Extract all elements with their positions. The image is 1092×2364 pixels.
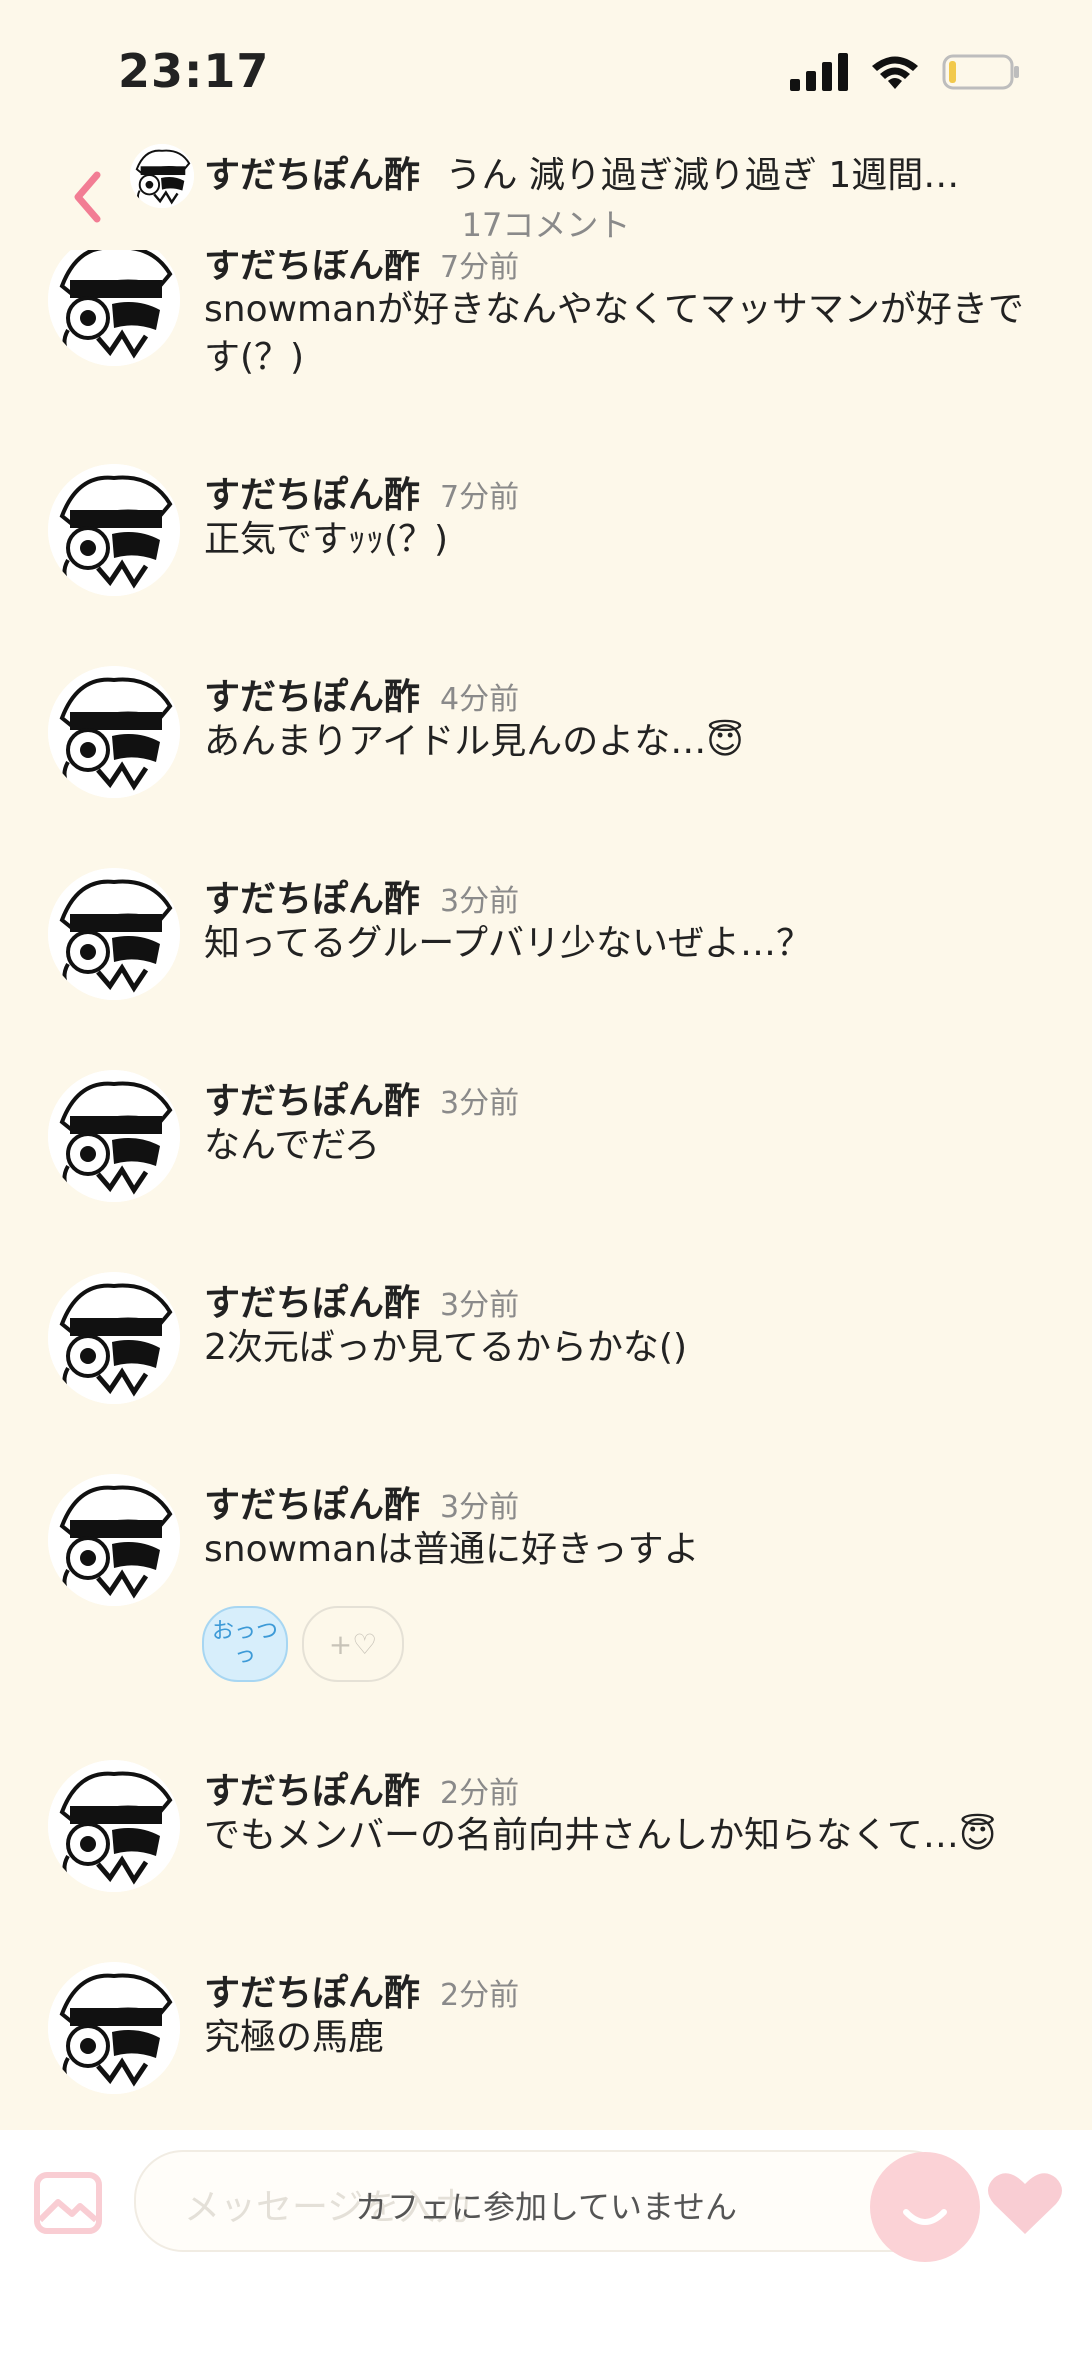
header-author: すだちぽん酢 xyxy=(204,155,421,196)
comment-meta: すだちぽん酢 2分前 xyxy=(204,1964,520,2014)
reactions: おっつっ +♡ xyxy=(202,1606,404,1682)
avatar-illustration xyxy=(48,1962,180,2094)
comment-meta: すだちぽん酢 2分前 xyxy=(204,1762,520,1812)
avatar-illustration xyxy=(48,868,180,1000)
signal-bars-icon xyxy=(790,53,848,91)
comment-time: 3分前 xyxy=(440,1086,520,1121)
avatar-illustration xyxy=(48,666,180,798)
add-reaction-button[interactable]: +♡ xyxy=(302,1606,404,1682)
comment-text: 究極の馬鹿 xyxy=(204,2017,385,2058)
comment-author[interactable]: すだちぽん酢 xyxy=(204,475,420,516)
status-bar: 23:17 xyxy=(0,0,1092,140)
comment-text: 知ってるグループバリ少ないぜよ…？ xyxy=(204,923,813,964)
avatar[interactable] xyxy=(48,1070,180,1202)
avatar-illustration xyxy=(48,464,180,596)
comment-author[interactable]: すだちぽん酢 xyxy=(204,1485,420,1526)
comment-text: あんまりアイドル見んのよな…😇 xyxy=(204,721,744,762)
comment-meta: すだちぽん酢 3分前 xyxy=(204,1476,520,1526)
avatar[interactable] xyxy=(48,666,180,798)
image-button[interactable] xyxy=(34,2172,102,2234)
comment-text: でもメンバーの名前向井さんしか知らなくて…😇 xyxy=(204,1815,997,1856)
comment-text: 正気ですｯｯ(？) xyxy=(204,519,449,560)
comment-feed[interactable]: すだちぽん酢 7分前 snowmanが好きなんやなくてマッサマンが好きです(？) … xyxy=(0,250,1092,2130)
comment-meta: すだちぽん酢 3分前 xyxy=(204,1072,520,1122)
like-button[interactable] xyxy=(986,2168,1064,2238)
avatar[interactable] xyxy=(48,1272,180,1404)
avatar[interactable] xyxy=(48,464,180,596)
status-icons xyxy=(790,50,1020,94)
comment-meta: すだちぽん酢 4分前 xyxy=(204,668,520,718)
avatar[interactable] xyxy=(48,1474,180,1606)
avatar[interactable] xyxy=(48,1760,180,1892)
comment-time: 4分前 xyxy=(440,682,520,717)
comment-time: 3分前 xyxy=(440,1490,520,1525)
comment-time: 3分前 xyxy=(440,884,520,919)
avatar[interactable] xyxy=(48,250,180,366)
message-input[interactable]: メッセージを入力 カフェに参加していません xyxy=(134,2150,958,2252)
comment-time: 7分前 xyxy=(440,480,520,515)
avatar[interactable] xyxy=(48,1962,180,2094)
comment-author[interactable]: すだちぽん酢 xyxy=(204,677,420,718)
thread-header: すだちぽん酢 うん 減り過ぎ減り過ぎ 1週間… 17コメント xyxy=(0,140,1092,250)
avatar-illustration xyxy=(48,1474,180,1606)
comment-author[interactable]: すだちぽん酢 xyxy=(204,1973,420,2014)
avatar-illustration xyxy=(48,1760,180,1892)
comment-count: 17コメント xyxy=(461,206,631,244)
header-snippet: うん 減り過ぎ減り過ぎ 1週間… xyxy=(445,155,960,196)
avatar-illustration xyxy=(48,250,180,366)
composer-bar: メッセージを入力 カフェに参加していません xyxy=(0,2130,1092,2364)
header-avatar[interactable] xyxy=(130,144,194,208)
wifi-icon xyxy=(872,56,918,89)
comment-meta: すだちぽん酢 3分前 xyxy=(204,1274,520,1324)
comment-author[interactable]: すだちぽん酢 xyxy=(204,1283,420,1324)
comment-author[interactable]: すだちぽん酢 xyxy=(204,1081,420,1122)
image-icon xyxy=(34,2172,102,2234)
emoji-icon xyxy=(903,2209,947,2225)
avatar-illustration xyxy=(130,144,194,208)
avatar-illustration xyxy=(48,1272,180,1404)
comment-author[interactable]: すだちぽん酢 xyxy=(204,1771,420,1812)
comment-text: snowmanが好きなんやなくてマッサマンが好きです(？) xyxy=(204,289,1024,378)
status-time: 23:17 xyxy=(118,44,270,98)
comment-time: 7分前 xyxy=(440,250,520,285)
avatar[interactable] xyxy=(48,868,180,1000)
comment-text: なんでだろ xyxy=(204,1125,381,1166)
comment-meta: すだちぽん酢 7分前 xyxy=(204,466,520,516)
comment-text: snowmanは普通に好きっすよ xyxy=(204,1529,700,1570)
comment-time: 3分前 xyxy=(440,1288,520,1323)
comment-author[interactable]: すだちぽん酢 xyxy=(204,250,420,286)
header-title: すだちぽん酢 うん 減り過ぎ減り過ぎ 1週間… xyxy=(204,146,964,198)
comment-author[interactable]: すだちぽん酢 xyxy=(204,879,420,920)
comment-meta: すだちぽん酢 7分前 xyxy=(204,250,520,286)
avatar-illustration xyxy=(48,1070,180,1202)
heart-icon xyxy=(988,2173,1062,2234)
reaction-stamp[interactable]: おっつっ xyxy=(202,1606,288,1682)
comment-meta: すだちぽん酢 3分前 xyxy=(204,870,520,920)
join-cafe-notice: カフェに参加していません xyxy=(354,2188,738,2226)
battery-icon xyxy=(942,54,1019,90)
comment-text: 2次元ばっか見てるからかな() xyxy=(204,1327,687,1368)
comment-time: 2分前 xyxy=(440,1776,520,1811)
emoji-button[interactable] xyxy=(870,2152,980,2262)
comment-time: 2分前 xyxy=(440,1978,520,2013)
